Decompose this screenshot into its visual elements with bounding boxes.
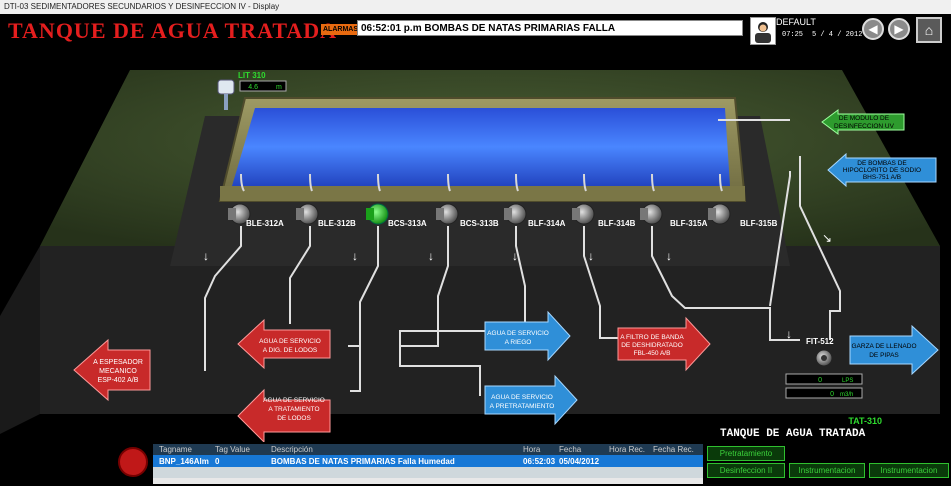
inlet-hipo-text-3: BHS-751 A/B xyxy=(863,174,901,181)
pump-label: BLE-312B xyxy=(318,219,356,228)
user-avatar[interactable] xyxy=(750,17,776,45)
inlet-uv-arrow[interactable]: DE MODULO DE DESINFECCION UV xyxy=(821,109,905,135)
table-scrollbar[interactable] xyxy=(153,478,703,484)
flow-arrow: ↓ xyxy=(512,249,518,263)
inlet-hipo-text-1: DE BOMBAS DE xyxy=(857,160,907,167)
pump-label: BLF-315A xyxy=(670,219,708,228)
pump-label: BCS-313B xyxy=(460,219,499,228)
header: TANQUE DE AGUA TRATADA ALARMAS 06:52:01 … xyxy=(0,14,951,46)
window-titlebar: DTI-03 SEDIMENTADORES SECUNDARIOS Y DESI… xyxy=(0,0,951,15)
nav-desinfeccion-button[interactable]: Desinfeccion II xyxy=(707,463,785,478)
header-time: 07:25 xyxy=(782,31,804,39)
alarm-table[interactable]: Tagname Tag Value Descripción Hora Fecha… xyxy=(153,444,703,484)
flow-arrow: ↓ xyxy=(666,249,672,263)
flow-meter-tag: FIT-512 xyxy=(806,337,834,346)
tank-water xyxy=(232,108,730,186)
pump-label: BLF-314B xyxy=(598,219,636,228)
flow-rate-unit: LPS xyxy=(842,378,853,384)
cell-tagname: BNP_146Alm xyxy=(159,457,209,466)
cell-hora: 06:52:03 xyxy=(523,457,556,466)
alarm-table-header: Tagname Tag Value Descripción Hora Fecha… xyxy=(153,444,703,455)
nav-pretratamiento-button[interactable]: Pretratamiento xyxy=(707,446,785,461)
outlet-espesador-text-1: A ESPESADOR xyxy=(93,359,143,366)
inlet-hipoclorito-arrow[interactable]: DE BOMBAS DE HIPOCLORITO DE SODIO BHS-75… xyxy=(827,152,937,188)
ground-left xyxy=(0,246,40,434)
user-icon xyxy=(755,22,771,43)
inlet-hipo-text-2: HIPOCLORITO DE SODIO xyxy=(843,167,921,174)
home-button[interactable]: ⌂ xyxy=(916,17,942,43)
tank-caption: TANQUE DE AGUA TRATADA xyxy=(720,428,866,440)
inlet-uv-text-1: DE MODULO DE xyxy=(839,115,890,122)
outlet-pipas-text-2: DE PIPAS xyxy=(869,352,899,359)
outlet-trat-text-3: DE LODOS xyxy=(277,415,311,422)
flow-total-value: 0 xyxy=(830,391,834,398)
user-name: DEFAULT xyxy=(776,17,816,27)
arrow-right-icon: ▶ xyxy=(894,22,904,36)
home-icon: ⌂ xyxy=(924,22,934,38)
tank-tag: TAT-310 xyxy=(848,416,882,426)
cell-value: 0 xyxy=(215,457,220,466)
alarm-label: ALARMAS xyxy=(321,24,360,35)
tank-front-wall xyxy=(220,186,745,201)
column-header[interactable]: Descripción xyxy=(271,445,313,454)
outlet-banda-text-3: FBL-450 A/B xyxy=(634,350,671,357)
back-button[interactable]: ◀ xyxy=(862,18,884,40)
nav-instrumentacion2-button[interactable]: Instrumentacion xyxy=(869,463,949,478)
pump-label: BLF-315B xyxy=(740,219,778,228)
table-row[interactable]: BNP_146Alm 0 BOMBAS DE NATAS PRIMARIAS F… xyxy=(153,455,703,467)
outlet-espesador-text-3: ESP-402 A/B xyxy=(98,377,139,384)
outlet-dig-text-2: A DIG. DE LODOS xyxy=(263,347,318,354)
pump-label: BLF-314A xyxy=(528,219,566,228)
window-title: DTI-03 SEDIMENTADORES SECUNDARIOS Y DESI… xyxy=(4,2,280,11)
cell-description: BOMBAS DE NATAS PRIMARIAS Falla Humedad xyxy=(271,457,455,466)
pump-label: BLE-312A xyxy=(246,219,284,228)
flow-total-unit: m3/h xyxy=(840,392,853,398)
level-unit: m xyxy=(276,84,282,91)
flow-arrow: ↓ xyxy=(428,249,434,263)
column-header[interactable]: Fecha xyxy=(559,445,581,454)
flow-arrow: ↘ xyxy=(822,231,832,245)
flow-rate-value: 0 xyxy=(818,377,822,384)
flow-arrow: ↓ xyxy=(786,327,792,341)
outlet-espesador-text-2: MECANICO xyxy=(99,368,137,375)
alarm-bell-icon[interactable] xyxy=(118,447,148,477)
column-header[interactable]: Fecha Rec. xyxy=(653,445,694,454)
flow-arrow: ↓ xyxy=(203,249,209,263)
flow-arrow: ↓ xyxy=(588,249,594,263)
outlet-riego-text-1: AGUA DE SERVICIO xyxy=(487,330,549,337)
level-value: 4.6 xyxy=(248,84,258,91)
column-header[interactable]: Hora xyxy=(523,445,540,454)
pump-label: BCS-313A xyxy=(388,219,427,228)
page-title: TANQUE DE AGUA TRATADA xyxy=(8,18,338,43)
forward-button[interactable]: ▶ xyxy=(888,18,910,40)
column-header[interactable]: Hora Rec. xyxy=(609,445,645,454)
outlet-banda-text-2: DE DESHIDRATADO xyxy=(621,342,683,349)
cell-fecha: 05/04/2012 xyxy=(559,457,600,466)
inlet-uv-text-2: DESINFECCION UV xyxy=(834,123,895,130)
column-header[interactable]: Tag Value xyxy=(215,445,250,454)
outlet-pretrat-text-2: A PRETRATAMIENTO xyxy=(490,403,555,410)
outlet-trat-text-2: A TRATAMIENTO xyxy=(268,406,319,413)
outlet-pipas-text-1: GARZA DE LLENADO xyxy=(851,343,916,350)
nav-instrumentacion-button[interactable]: Instrumentacion xyxy=(789,463,865,478)
process-scene: ↓ ↓ ↓ ↓ ↓ ↓ ↓ ↘ BLE-312A BLE-312B BCS-31… xyxy=(0,46,951,444)
alarm-message[interactable]: 06:52:01 p.m BOMBAS DE NATAS PRIMARIAS F… xyxy=(357,20,743,36)
outlet-dig-text-1: AGUA DE SERVICIO xyxy=(259,338,321,345)
arrow-left-icon: ◀ xyxy=(868,22,878,36)
flow-arrow: ↓ xyxy=(352,249,358,263)
column-header[interactable]: Tagname xyxy=(159,445,192,454)
process-diagram: ↓ ↓ ↓ ↓ ↓ ↓ ↓ ↘ BLE-312A BLE-312B BCS-31… xyxy=(0,70,940,444)
outlet-banda-text-1: A FILTRO DE BANDA xyxy=(620,334,684,341)
outlet-riego-text-2: A RIEGO xyxy=(505,339,532,346)
outlet-pretrat-text-1: AGUA DE SERVICIO xyxy=(491,394,553,401)
outlet-trat-text-1: AGUA DE SERVICIO xyxy=(263,397,325,404)
level-tag: LIT 310 xyxy=(238,71,266,80)
header-date: 5 / 4 / 2012 xyxy=(812,31,863,39)
